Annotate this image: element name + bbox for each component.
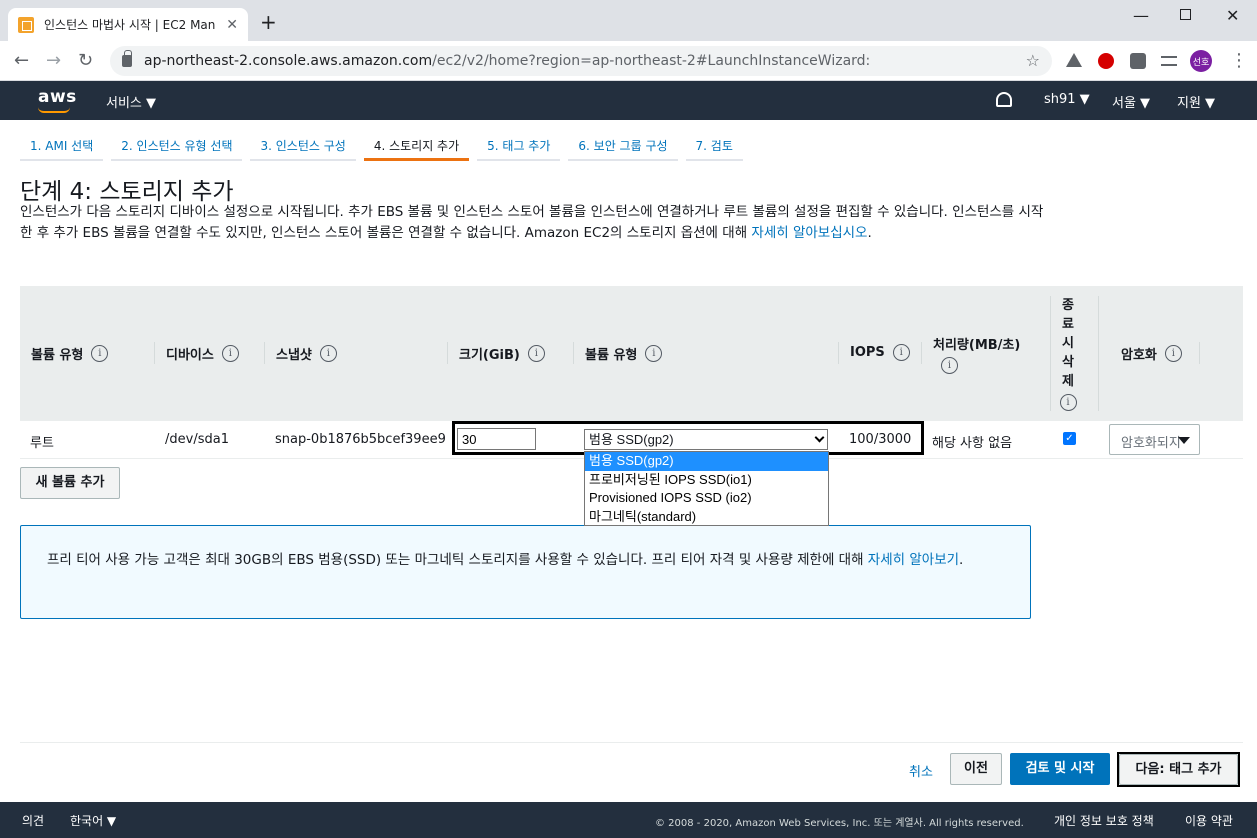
terms-link[interactable]: 이용 약관 bbox=[1185, 812, 1233, 829]
aws-logo[interactable]: aws bbox=[38, 87, 77, 107]
add-volume-button[interactable]: 새 볼륨 추가 bbox=[20, 467, 120, 499]
option-io2[interactable]: Provisioned IOPS SSD (io2) bbox=[585, 489, 828, 508]
reload-icon[interactable]: ↻ bbox=[78, 50, 93, 71]
page-title: 단계 4: 스토리지 추가 bbox=[20, 179, 234, 205]
previous-button[interactable]: 이전 bbox=[950, 753, 1002, 785]
lock-icon bbox=[122, 50, 132, 67]
header-throughput: 처리량(MB/초) i bbox=[933, 334, 1033, 374]
media-control-icon[interactable] bbox=[1161, 56, 1177, 66]
volume-type-select[interactable]: 범용 SSD(gp2) bbox=[584, 429, 828, 450]
step-tags[interactable]: 5. 태그 추가 bbox=[477, 129, 561, 161]
encryption-select[interactable]: 암호화되지 bbox=[1109, 424, 1200, 455]
free-tier-learn-more-link[interactable]: 자세히 알아보기 bbox=[868, 552, 959, 568]
header-device: 디바이스 i bbox=[166, 344, 239, 363]
browser-menu-icon[interactable]: ⋮ bbox=[1230, 50, 1248, 71]
tab-title: 인스턴스 마법사 시작 | EC2 Man bbox=[44, 18, 216, 32]
bookmark-star-icon[interactable]: ☆ bbox=[1026, 51, 1040, 70]
account-menu[interactable]: sh91 ▼ bbox=[1044, 92, 1090, 107]
close-tab-icon[interactable]: ✕ bbox=[226, 17, 238, 33]
browser-tab-bar: 인스턴스 마법사 시작 | EC2 Man ✕ + — ✕ bbox=[0, 0, 1257, 41]
aws-logo-smile bbox=[38, 107, 70, 113]
chevron-down-icon bbox=[814, 432, 825, 443]
new-tab-button[interactable]: + bbox=[260, 12, 277, 32]
header-size: 크기(GiB) i bbox=[459, 344, 545, 363]
option-gp2[interactable]: 범용 SSD(gp2) bbox=[585, 452, 828, 471]
forward-icon[interactable]: → bbox=[46, 50, 61, 71]
extensions-puzzle-icon[interactable] bbox=[1130, 53, 1146, 69]
copyright-text: © 2008 - 2020, Amazon Web Services, Inc.… bbox=[655, 818, 1024, 829]
step-review[interactable]: 7. 검토 bbox=[685, 129, 743, 161]
adblock-extension-icon[interactable] bbox=[1098, 53, 1114, 69]
header-snapshot: 스냅샷 i bbox=[276, 344, 337, 363]
cell-throughput: 해당 사항 없음 bbox=[932, 436, 1013, 451]
info-icon[interactable]: i bbox=[319, 345, 337, 362]
option-io1[interactable]: 프로비저닝된 IOPS SSD(io1) bbox=[585, 471, 828, 490]
caret-down-icon bbox=[1178, 437, 1190, 444]
console-footer: 의견 한국어 ▼ © 2008 - 2020, Amazon Web Servi… bbox=[0, 802, 1257, 838]
header-ebs-type: 볼륨 유형 i bbox=[585, 344, 663, 363]
aws-console-header: aws 서비스 ▼ sh91 ▼ 서울 ▼ 지원 ▼ bbox=[0, 81, 1257, 120]
back-icon[interactable]: ← bbox=[14, 50, 29, 71]
volume-type-dropdown: 범용 SSD(gp2) 프로비저닝된 IOPS SSD(io1) Provisi… bbox=[584, 451, 829, 526]
divider bbox=[20, 742, 1243, 743]
step-storage[interactable]: 4. 스토리지 추가 bbox=[363, 129, 470, 161]
info-icon[interactable]: i bbox=[221, 345, 239, 362]
info-icon[interactable]: i bbox=[527, 345, 545, 362]
close-window-icon[interactable]: ✕ bbox=[1226, 6, 1239, 25]
info-icon[interactable]: i bbox=[892, 344, 910, 361]
next-button-highlight bbox=[1117, 752, 1240, 787]
info-icon[interactable]: i bbox=[941, 357, 958, 374]
free-tier-info-box: 프리 티어 사용 가능 고객은 최대 30GB의 EBS 범용(SSD) 또는 … bbox=[20, 525, 1031, 619]
privacy-policy-link[interactable]: 개인 정보 보호 정책 bbox=[1054, 812, 1154, 829]
cell-device: /dev/sda1 bbox=[165, 432, 229, 447]
info-icon[interactable]: i bbox=[1164, 345, 1182, 362]
page-description: 인스턴스가 다음 스토리지 디바이스 설정으로 시작됩니다. 추가 EBS 볼륨… bbox=[20, 204, 1044, 241]
browser-toolbar: ← → ↻ ap-northeast-2.console.aws.amazon.… bbox=[0, 41, 1257, 81]
learn-more-link[interactable]: 자세히 알아보십시오 bbox=[751, 225, 867, 241]
step-ami[interactable]: 1. AMI 선택 bbox=[20, 129, 104, 161]
profile-avatar[interactable]: 선호 bbox=[1190, 50, 1212, 72]
storage-table-header: 볼륨 유형 i 디바이스 i 스냅샷 i 크기(GiB) i 볼륨 유형 i IOPS i … bbox=[20, 286, 1243, 421]
review-and-launch-button[interactable]: 검토 및 시작 bbox=[1010, 753, 1110, 785]
browser-tab[interactable]: 인스턴스 마법사 시작 | EC2 Man ✕ bbox=[8, 8, 248, 41]
support-menu[interactable]: 지원 ▼ bbox=[1177, 92, 1215, 111]
option-standard[interactable]: 마그네틱(standard) bbox=[585, 508, 828, 527]
wizard-steps: 1. AMI 선택 2. 인스턴스 유형 선택 3. 인스턴스 구성 4. 스토… bbox=[20, 129, 751, 161]
url-text: ap-northeast-2.console.aws.amazon.com/ec… bbox=[144, 53, 871, 69]
header-encryption: 암호화 i bbox=[1121, 344, 1182, 363]
info-icon[interactable]: i bbox=[1059, 394, 1077, 411]
header-delete-on-termination: 종료 시 삭제 i bbox=[1059, 296, 1077, 411]
step-instance-type[interactable]: 2. 인스턴스 유형 선택 bbox=[111, 129, 243, 161]
delete-on-termination-checkbox[interactable]: ✓ bbox=[1063, 432, 1076, 445]
step-security-group[interactable]: 6. 보안 그룹 구성 bbox=[568, 129, 678, 161]
info-icon[interactable]: i bbox=[645, 345, 663, 362]
size-input[interactable] bbox=[457, 428, 536, 450]
notifications-bell-icon[interactable] bbox=[996, 92, 1012, 107]
cell-snapshot: snap-0b1876b5bcef39ee9 bbox=[275, 432, 446, 447]
info-icon[interactable]: i bbox=[91, 345, 109, 362]
maximize-icon[interactable] bbox=[1180, 9, 1191, 20]
cancel-link[interactable]: 취소 bbox=[909, 761, 933, 780]
step-configure[interactable]: 3. 인스턴스 구성 bbox=[250, 129, 356, 161]
region-menu[interactable]: 서울 ▼ bbox=[1112, 92, 1150, 111]
drive-extension-icon[interactable] bbox=[1066, 53, 1082, 67]
header-volume-type: 볼륨 유형 i bbox=[31, 344, 109, 363]
feedback-link[interactable]: 의견 bbox=[22, 812, 44, 829]
header-iops: IOPS i bbox=[850, 344, 910, 361]
language-selector[interactable]: 한국어 ▼ bbox=[70, 812, 116, 829]
aws-favicon-icon bbox=[18, 16, 34, 33]
cell-volume-type: 루트 bbox=[30, 436, 54, 451]
cell-iops: 100/3000 bbox=[849, 432, 912, 447]
services-menu[interactable]: 서비스 ▼ bbox=[106, 92, 156, 111]
address-bar[interactable]: ap-northeast-2.console.aws.amazon.com/ec… bbox=[110, 46, 1052, 76]
minimize-icon[interactable]: — bbox=[1133, 6, 1149, 25]
